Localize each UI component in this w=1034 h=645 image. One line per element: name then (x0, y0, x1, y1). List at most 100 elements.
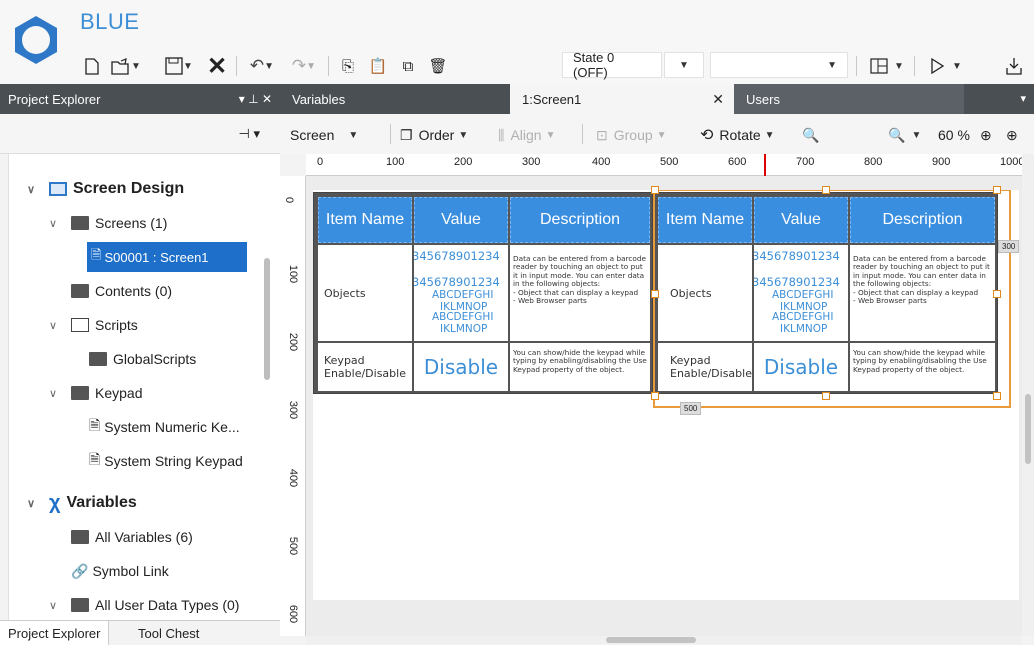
group-icon: ⊡ (596, 126, 608, 143)
resize-handle[interactable] (651, 186, 659, 194)
chevron-down-icon: ▼ (764, 129, 775, 141)
tree-node-screen1[interactable]: 🗎 S00001 : Screen1 (87, 242, 247, 272)
tree-node-string-keypad[interactable]: 🗎 System String Keypad (89, 446, 243, 476)
resize-handle[interactable] (993, 392, 1001, 400)
input-value[interactable]: 345678901234 (414, 275, 500, 289)
screen-design-icon (49, 182, 67, 196)
table-object-1[interactable]: Item Name Value Description Objects 3456… (313, 192, 653, 394)
resize-handle[interactable] (822, 186, 830, 194)
tab-users[interactable]: Users (734, 84, 964, 114)
tree-node-variables[interactable]: ∨ χ Variables (27, 488, 137, 518)
tree-node-user-data-types[interactable]: ∨ All User Data Types (0) (49, 590, 239, 620)
ruler-marker (764, 154, 766, 176)
align-button[interactable]: ⫼ Align ▼ (498, 124, 556, 146)
paste-icon[interactable]: 📋 (366, 54, 390, 78)
vertical-ruler: 0 100 200 300 400 500 600 (280, 176, 306, 636)
zoom-fit-icon[interactable]: ⊕ (1006, 124, 1018, 146)
redo-button[interactable]: ↷ ▼ (284, 54, 324, 78)
layout-button[interactable]: ▼ (864, 54, 910, 78)
run-button[interactable]: ▼ (922, 54, 970, 78)
chevron-down-icon: ∨ (27, 497, 36, 510)
bottom-tabs: Project Explorer Tool Chest (0, 620, 280, 645)
resize-handle[interactable] (822, 392, 830, 400)
pin-icon[interactable]: ⊣ ▾ (239, 126, 260, 142)
undo-button[interactable]: ↶ ▼ (242, 54, 282, 78)
new-file-icon[interactable] (80, 54, 104, 78)
input-value[interactable]: IKLMNOP (780, 323, 827, 335)
selection-border (653, 190, 655, 406)
tree-node-scripts[interactable]: ∨ Scripts (49, 310, 138, 340)
order-button[interactable]: ❐ Order ▼ (400, 124, 468, 146)
tree-node-all-variables[interactable]: All Variables (6) (71, 522, 193, 552)
table-object-2[interactable]: Item Name Value Description Objects 3456… (653, 192, 998, 394)
editor-toolbar: Screen ▼ ❐ Order ▼ ⫼ Align ▼ ⊡ Group ▼ ⟲ Rotate ▼… (280, 114, 1034, 154)
panel-controls-icon[interactable]: ▾ ⊥ ✕ (239, 92, 272, 106)
chevron-down-icon: ▼ (458, 129, 469, 141)
scroll-thumb[interactable] (1025, 394, 1031, 464)
document-tabs: Variables 1:Screen1 ✕ Users ▾ (280, 84, 1034, 114)
zoom-in-icon[interactable]: ⊕ (980, 124, 992, 146)
tab-tool-chest[interactable]: Tool Chest (130, 621, 207, 645)
open-folder-button[interactable]: ▼ (106, 54, 146, 78)
disable-button[interactable]: Disable (754, 343, 848, 391)
tab-variables[interactable]: Variables (280, 84, 510, 114)
zoom-out-icon[interactable]: 🔍 ▼ (888, 124, 921, 146)
input-value[interactable]: IKLMNOP (440, 323, 487, 335)
cell-value-inputs[interactable]: 345678901234 345678901234 ABCDEFGHI IKLM… (754, 245, 848, 341)
input-value[interactable]: 345678901234 (754, 249, 840, 263)
close-tab-icon[interactable]: ✕ (712, 91, 724, 108)
tree-label: Variables (66, 494, 137, 511)
scroll-thumb[interactable] (606, 637, 696, 643)
tree-scrollbar[interactable] (264, 258, 270, 380)
copy-icon[interactable]: ⎘ (336, 54, 360, 78)
resize-handle[interactable] (993, 290, 1001, 298)
screen-dropdown[interactable]: Screen ▼ (290, 124, 358, 146)
chevron-down-icon: ∨ (49, 319, 58, 332)
cell-value-inputs[interactable]: 345678901234 345678901234 ABCDEFGHI IKLM… (414, 245, 508, 341)
resize-handle[interactable] (651, 392, 659, 400)
input-value[interactable]: ABCDEFGHI (432, 311, 493, 323)
tree-node-symbol-link[interactable]: 🔗 Symbol Link (71, 556, 169, 586)
input-value[interactable]: ABCDEFGHI (432, 289, 493, 301)
input-value[interactable]: ABCDEFGHI (772, 311, 833, 323)
tree-node-keypad[interactable]: ∨ Keypad (49, 378, 142, 408)
ruler-label: 400 (592, 156, 611, 168)
input-value[interactable]: 345678901234 (754, 275, 840, 289)
transfer-icon[interactable] (1002, 54, 1026, 78)
object-select[interactable]: ▼ (710, 52, 848, 78)
vertical-scrollbar[interactable] (1022, 154, 1034, 636)
tree-node-numeric-keypad[interactable]: 🗎 System Numeric Ke... (89, 412, 240, 442)
rotate-button[interactable]: ⟲ Rotate ▼ (700, 124, 775, 146)
app-title: BLUE (80, 9, 140, 34)
ruler-label: 300 (287, 400, 300, 420)
state-select[interactable]: State 0 (OFF) (562, 50, 662, 80)
tree-node-screen-design[interactable]: ∨ Screen Design (27, 174, 184, 204)
tree-node-contents[interactable]: Contents (0) (71, 276, 172, 306)
cell-description: You can show/hide the keypad while typin… (510, 343, 650, 391)
state-select-arrow[interactable]: ▼ (664, 52, 704, 78)
preview-icon[interactable]: 🔍 (802, 124, 819, 146)
panel-title: Project Explorer (8, 91, 101, 107)
save-button[interactable]: ▼ (160, 54, 198, 78)
ruler-label: 200 (287, 332, 300, 352)
close-icon[interactable]: ✕ (204, 53, 230, 80)
resize-handle[interactable] (993, 186, 1001, 194)
app-logo (10, 14, 62, 66)
group-button[interactable]: ⊡ Group ▼ (596, 124, 667, 146)
delete-icon[interactable]: 🗑 (426, 54, 450, 78)
ruler-label: 200 (454, 156, 473, 168)
toolbar-divider (328, 56, 329, 76)
tree-node-screens[interactable]: ∨ Screens (1) (49, 208, 167, 238)
resize-handle[interactable] (651, 290, 659, 298)
chevron-down-icon: ▼ (264, 60, 275, 72)
ruler-label: 100 (386, 156, 405, 168)
duplicate-icon[interactable]: ⧉ (396, 54, 420, 78)
tree-node-global-scripts[interactable]: GlobalScripts (89, 344, 196, 374)
input-value[interactable]: 345678901234 (414, 249, 500, 263)
tab-screen1[interactable]: 1:Screen1 ✕ (510, 84, 734, 114)
tab-project-explorer[interactable]: Project Explorer (0, 621, 110, 645)
disable-button[interactable]: Disable (414, 343, 508, 391)
input-value[interactable]: ABCDEFGHI (772, 289, 833, 301)
horizontal-scrollbar[interactable] (306, 636, 1022, 644)
tab-menu-icon[interactable]: ▾ (1020, 92, 1026, 105)
